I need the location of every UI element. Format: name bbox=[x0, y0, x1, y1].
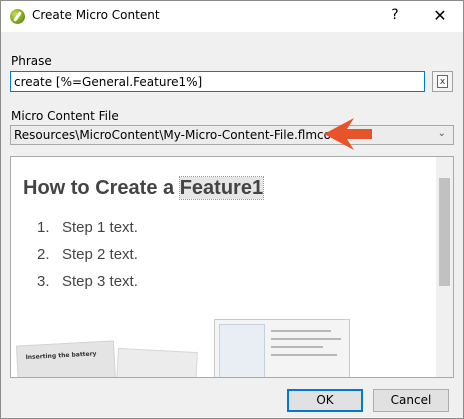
micro-content-file-select[interactable]: Resources\MicroContent\My-Micro-Content-… bbox=[10, 125, 454, 145]
list-item: 3. Step 3 text. bbox=[37, 273, 138, 300]
steps-list: 1. Step 1 text. 2. Step 2 text. 3. Step 3 t… bbox=[37, 219, 138, 300]
insert-variable-button[interactable]: x bbox=[432, 71, 453, 92]
scrollbar-thumb[interactable] bbox=[439, 178, 450, 286]
flare-leaf-icon bbox=[10, 9, 25, 24]
preview-thumbnail-right bbox=[214, 319, 350, 377]
preview-title: How to Create a Feature1 bbox=[23, 176, 265, 200]
dialog-title: Create Micro Content bbox=[32, 8, 160, 22]
preview-title-prefix: How to Create a bbox=[23, 177, 180, 199]
thumbnail-line bbox=[271, 330, 331, 332]
step-number: 3. bbox=[37, 273, 50, 290]
preview-thumbnail-middle bbox=[116, 347, 198, 377]
thumbnail-sidebar bbox=[219, 324, 265, 377]
document-x-icon: x bbox=[437, 75, 448, 88]
thumbnail-line bbox=[271, 338, 341, 340]
help-button[interactable]: ? bbox=[372, 1, 418, 32]
micro-content-file-label: Micro Content File bbox=[11, 109, 119, 123]
thumbnail-caption: Inserting the battery bbox=[25, 350, 97, 362]
step-text: Step 3 text. bbox=[62, 273, 138, 290]
step-text: Step 2 text. bbox=[62, 246, 138, 263]
preview-scrollbar[interactable] bbox=[436, 157, 453, 377]
micro-content-file-value: Resources\MicroContent\My-Micro-Content-… bbox=[14, 128, 331, 142]
close-button[interactable]: ✕ bbox=[417, 1, 463, 32]
list-item: 2. Step 2 text. bbox=[37, 246, 138, 273]
step-number: 1. bbox=[37, 219, 50, 236]
preview-thumbnail-left: Inserting the battery bbox=[15, 340, 117, 377]
create-micro-content-dialog: Create Micro Content ? ✕ Phrase x Micro … bbox=[0, 0, 464, 419]
step-number: 2. bbox=[37, 246, 50, 263]
cancel-button[interactable]: Cancel bbox=[373, 389, 449, 412]
step-text: Step 1 text. bbox=[62, 219, 138, 236]
chevron-down-icon: ⌄ bbox=[437, 128, 446, 139]
thumbnail-line bbox=[271, 346, 323, 348]
list-item: 1. Step 1 text. bbox=[37, 219, 138, 246]
phrase-label: Phrase bbox=[11, 54, 52, 68]
preview-pane: How to Create a Feature1 1. Step 1 text. … bbox=[10, 156, 454, 378]
title-bar: Create Micro Content ? ✕ bbox=[1, 1, 463, 32]
thumbnail-line bbox=[271, 354, 337, 356]
ok-button[interactable]: OK bbox=[287, 389, 363, 412]
preview-title-variable: Feature1 bbox=[178, 176, 265, 200]
orange-arrow-annotation-icon bbox=[324, 118, 372, 150]
phrase-input[interactable] bbox=[10, 71, 425, 92]
